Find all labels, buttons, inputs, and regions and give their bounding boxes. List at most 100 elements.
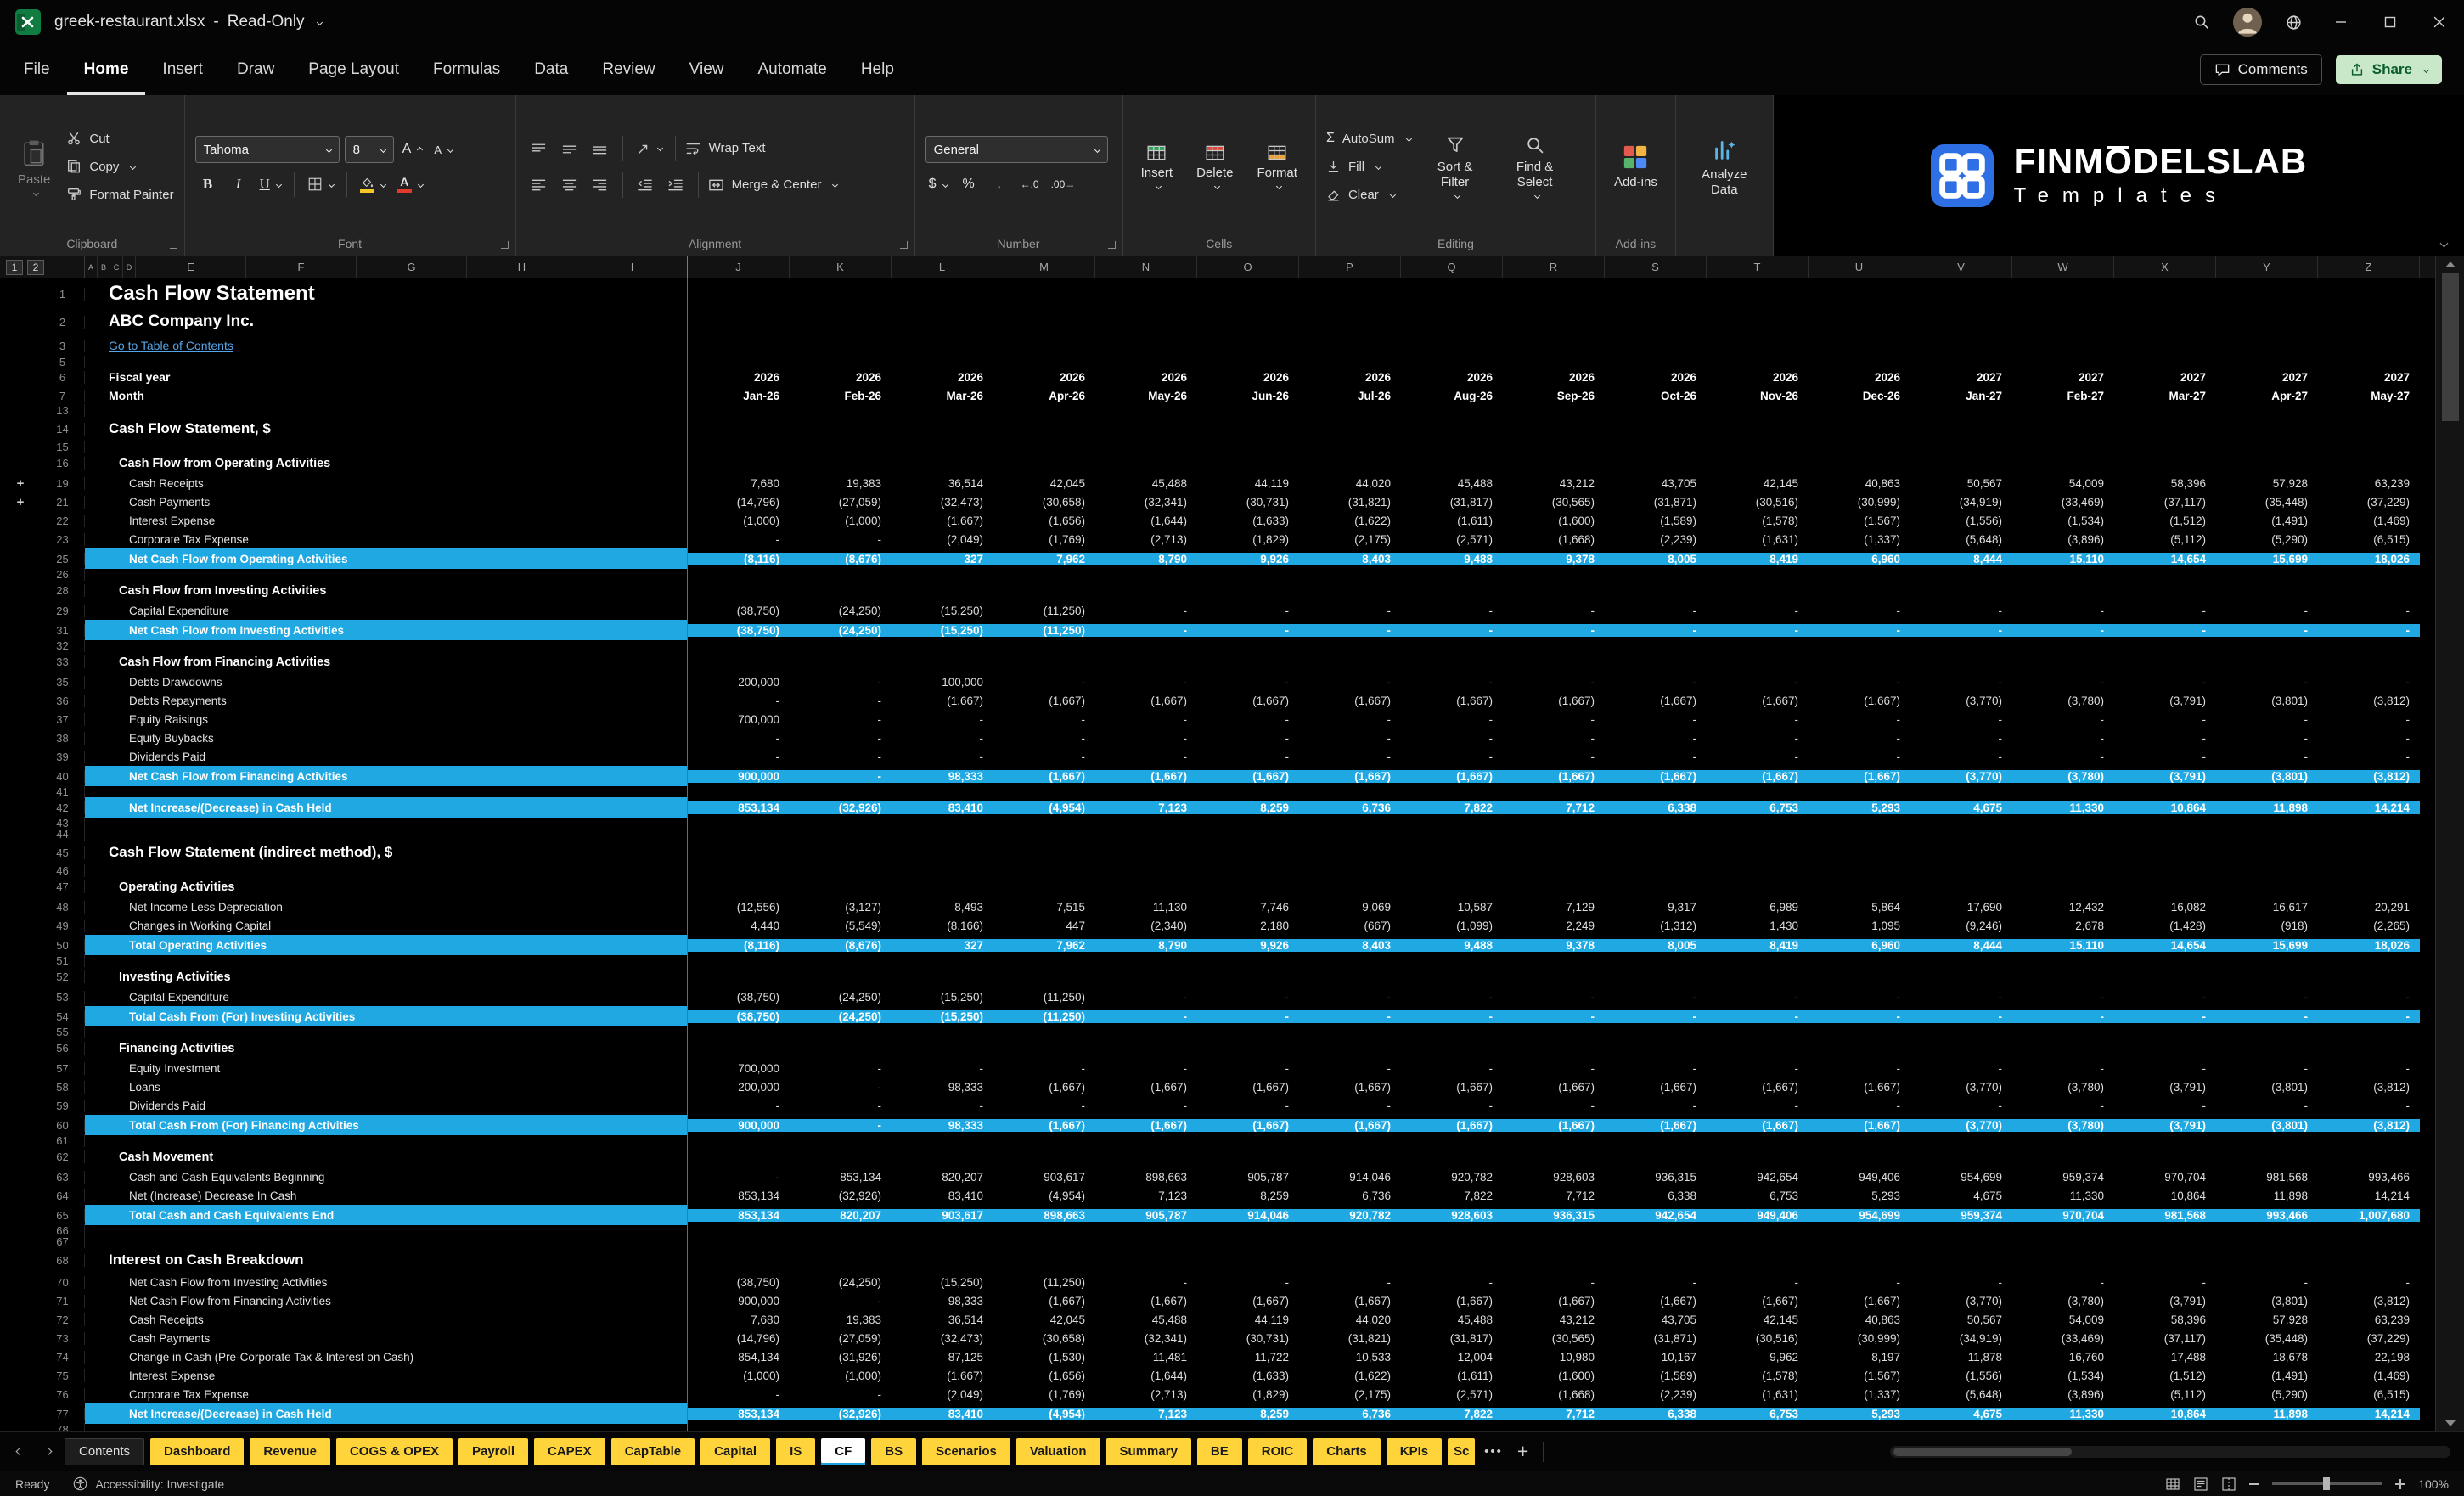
cell[interactable]: 920,782 <box>1299 1209 1401 1222</box>
cell[interactable]: 2026 <box>790 371 892 384</box>
cell[interactable]: - <box>1095 1062 1197 1075</box>
clipboard-dialog-launcher-icon[interactable] <box>170 241 177 249</box>
cell[interactable]: (8,676) <box>790 553 892 565</box>
cell[interactable]: (1,000) <box>688 515 790 527</box>
cell[interactable]: 8,259 <box>1197 1408 1299 1420</box>
cell[interactable]: - <box>1910 1276 2012 1289</box>
cell[interactable]: - <box>1299 991 1401 1004</box>
cell[interactable]: 100,000 <box>892 676 993 689</box>
cell[interactable]: - <box>1809 1276 1910 1289</box>
new-sheet-button[interactable]: + <box>1512 1442 1533 1461</box>
cell[interactable]: 5,864 <box>1809 901 1910 914</box>
cell[interactable]: 14,654 <box>2114 939 2216 952</box>
cell[interactable]: 6,736 <box>1299 1408 1401 1420</box>
cell[interactable]: 15,699 <box>2216 939 2318 952</box>
cell[interactable]: (1,667) <box>993 695 1095 707</box>
cell[interactable]: (3,801) <box>2216 770 2318 783</box>
decrease-indent-button[interactable] <box>633 172 658 198</box>
cell[interactable]: (3,791) <box>2114 695 2216 707</box>
cell[interactable]: (37,229) <box>2318 1332 2420 1345</box>
row-header[interactable]: 72 <box>41 1313 85 1326</box>
cell[interactable]: - <box>688 533 790 546</box>
cell[interactable]: - <box>1605 991 1707 1004</box>
cell[interactable]: (1,667) <box>1809 1081 1910 1094</box>
cell[interactable]: 83,410 <box>892 1408 993 1420</box>
row-header[interactable]: 54 <box>41 1010 85 1023</box>
cell[interactable]: - <box>1910 605 2012 617</box>
row-header[interactable]: 78 <box>41 1423 85 1431</box>
cell[interactable]: (1,000) <box>688 1369 790 1382</box>
sheet-tab-revenue[interactable]: Revenue <box>250 1438 330 1465</box>
cell[interactable]: - <box>1299 1010 1401 1023</box>
row-header[interactable]: 14 <box>41 423 85 436</box>
row-header[interactable]: 60 <box>41 1119 85 1132</box>
cell[interactable]: 7,712 <box>1503 1408 1605 1420</box>
cell[interactable]: 44,020 <box>1299 1313 1401 1326</box>
cell[interactable]: 2026 <box>1707 371 1809 384</box>
cell[interactable]: - <box>688 1171 790 1184</box>
cell[interactable]: - <box>1910 1100 2012 1112</box>
cell[interactable]: - <box>790 533 892 546</box>
cell[interactable]: 2027 <box>2114 371 2216 384</box>
cell[interactable]: 19,383 <box>790 1313 892 1326</box>
cell[interactable]: Jan-26 <box>688 390 790 402</box>
cell[interactable]: 40,863 <box>1809 477 1910 490</box>
cell[interactable]: - <box>790 751 892 763</box>
cell[interactable]: - <box>1503 732 1605 745</box>
cell[interactable]: 8,403 <box>1299 553 1401 565</box>
cell[interactable]: - <box>1605 1062 1707 1075</box>
cell[interactable]: 22,198 <box>2318 1351 2420 1364</box>
cell[interactable]: 20,291 <box>2318 901 2420 914</box>
cell[interactable]: (8,166) <box>892 920 993 932</box>
cell[interactable]: (3,812) <box>2318 1081 2420 1094</box>
row-label-cell[interactable]: Capital Expenditure <box>85 987 688 1006</box>
cell[interactable]: (1,667) <box>1401 1295 1503 1308</box>
cell[interactable]: 8,005 <box>1605 553 1707 565</box>
increase-font-size-button[interactable]: A <box>399 137 426 162</box>
cell[interactable]: (3,791) <box>2114 770 2216 783</box>
cell[interactable]: (5,112) <box>2114 1388 2216 1401</box>
row-header[interactable]: 37 <box>41 713 85 726</box>
row-header[interactable]: 74 <box>41 1351 85 1364</box>
row-header[interactable]: 19 <box>41 477 85 490</box>
cell[interactable]: - <box>993 751 1095 763</box>
cell[interactable]: 700,000 <box>688 713 790 726</box>
cell[interactable]: - <box>790 1388 892 1401</box>
cell[interactable]: - <box>1197 991 1299 1004</box>
cell[interactable]: - <box>1401 751 1503 763</box>
cell[interactable]: - <box>2114 676 2216 689</box>
cell[interactable]: (3,801) <box>2216 695 2318 707</box>
row-label-cell[interactable] <box>85 1236 688 1247</box>
cell[interactable]: 9,926 <box>1197 939 1299 952</box>
cell[interactable]: 10,864 <box>2114 801 2216 814</box>
cell[interactable]: (8,116) <box>688 553 790 565</box>
outline-level-2-button[interactable]: 2 <box>27 260 44 275</box>
cell[interactable]: - <box>1401 624 1503 637</box>
row-header[interactable]: 21 <box>41 496 85 509</box>
cell[interactable]: (1,512) <box>2114 515 2216 527</box>
row-header[interactable]: 58 <box>41 1081 85 1094</box>
cell[interactable]: 2027 <box>2216 371 2318 384</box>
cell[interactable]: 6,753 <box>1707 1408 1809 1420</box>
cell[interactable]: 42,145 <box>1707 477 1809 490</box>
cell[interactable]: (38,750) <box>688 1276 790 1289</box>
cell[interactable]: 970,704 <box>2114 1171 2216 1184</box>
cell[interactable]: (31,817) <box>1401 496 1503 509</box>
cell[interactable]: Apr-27 <box>2216 390 2318 402</box>
row-header[interactable]: 45 <box>41 846 85 859</box>
cell[interactable]: (34,919) <box>1910 1332 2012 1345</box>
row-label-cell[interactable]: Change in Cash (Pre-Corporate Tax & Inte… <box>85 1347 688 1366</box>
cell[interactable]: (1,667) <box>1401 1081 1503 1094</box>
cell[interactable]: - <box>1095 624 1197 637</box>
cell[interactable]: (32,473) <box>892 1332 993 1345</box>
row-header[interactable]: 41 <box>41 785 85 798</box>
cell[interactable]: 327 <box>892 553 993 565</box>
cell[interactable]: (2,713) <box>1095 533 1197 546</box>
page-break-view-icon[interactable] <box>2221 1476 2236 1492</box>
row-header[interactable]: 76 <box>41 1388 85 1401</box>
font-color-button[interactable]: A <box>394 172 426 197</box>
row-label-cell[interactable]: Net Increase/(Decrease) in Cash Held <box>85 1403 688 1424</box>
cell[interactable]: - <box>1910 713 2012 726</box>
row-header[interactable]: 23 <box>41 533 85 546</box>
underline-button[interactable]: U <box>256 172 284 197</box>
